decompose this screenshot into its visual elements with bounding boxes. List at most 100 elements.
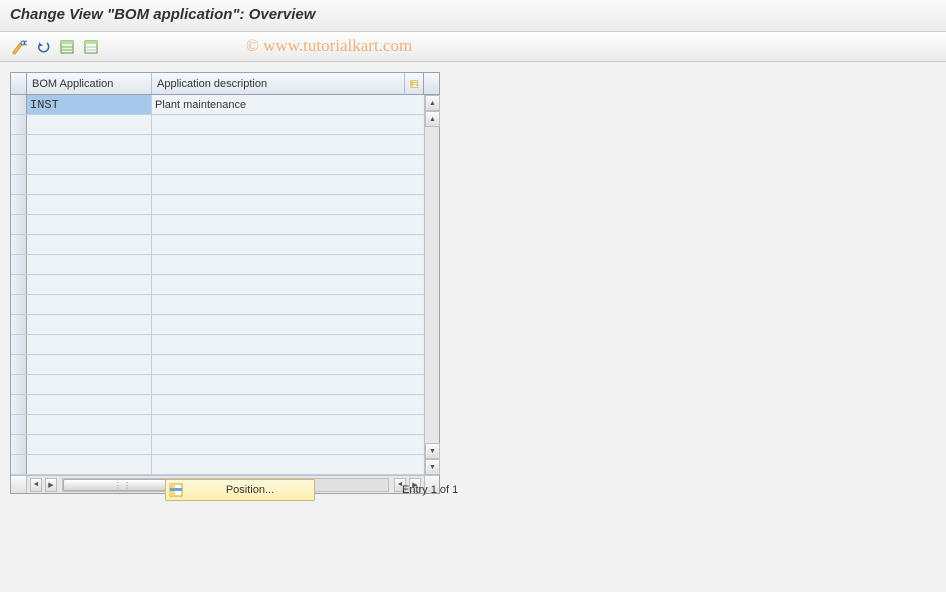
cell-application-description[interactable] bbox=[152, 175, 423, 194]
hsb-left-buttons: ◄ ▶ bbox=[27, 476, 60, 493]
position-icon bbox=[166, 483, 186, 497]
cell-bom-application[interactable] bbox=[27, 395, 152, 414]
table-row bbox=[11, 255, 439, 275]
cell-bom-application[interactable] bbox=[27, 375, 152, 394]
cell-bom-application[interactable] bbox=[27, 235, 152, 254]
row-selector[interactable] bbox=[11, 255, 27, 274]
cell-application-description[interactable] bbox=[152, 255, 423, 274]
deselect-all-button[interactable] bbox=[80, 36, 102, 58]
scroll-down-button-2[interactable]: ▼ bbox=[425, 443, 440, 459]
cell-bom-application[interactable] bbox=[27, 415, 152, 434]
cell-bom-application[interactable] bbox=[27, 215, 152, 234]
cell-application-description[interactable]: Plant maintenance bbox=[152, 95, 423, 114]
cell-application-description[interactable] bbox=[152, 295, 423, 314]
cell-bom-application[interactable] bbox=[27, 295, 152, 314]
bom-table: BOM Application Application description … bbox=[10, 72, 440, 494]
table-row bbox=[11, 275, 439, 295]
cell-application-description[interactable] bbox=[152, 455, 423, 474]
scroll-down-button[interactable]: ▼ bbox=[425, 459, 440, 475]
row-selector[interactable] bbox=[11, 215, 27, 234]
undo-icon bbox=[35, 39, 51, 55]
cell-bom-application[interactable] bbox=[27, 275, 152, 294]
cell-application-description[interactable] bbox=[152, 135, 423, 154]
cell-application-description[interactable] bbox=[152, 235, 423, 254]
row-selector[interactable] bbox=[11, 275, 27, 294]
undo-button[interactable] bbox=[32, 36, 54, 58]
row-selector[interactable] bbox=[11, 335, 27, 354]
row-selector[interactable] bbox=[11, 315, 27, 334]
cell-bom-application[interactable] bbox=[27, 435, 152, 454]
cell-bom-application[interactable] bbox=[27, 335, 152, 354]
scroll-up-button-2[interactable]: ▲ bbox=[425, 111, 440, 127]
row-selector[interactable] bbox=[11, 235, 27, 254]
cell-application-description[interactable] bbox=[152, 335, 423, 354]
cell-application-description[interactable] bbox=[152, 395, 423, 414]
table-row bbox=[11, 175, 439, 195]
cell-application-description[interactable] bbox=[152, 435, 423, 454]
cell-bom-application[interactable] bbox=[27, 315, 152, 334]
toolbar bbox=[0, 32, 946, 62]
select-all-button[interactable] bbox=[56, 36, 78, 58]
row-selector[interactable] bbox=[11, 95, 27, 114]
cell-bom-application[interactable] bbox=[27, 355, 152, 374]
row-selector[interactable] bbox=[11, 115, 27, 134]
cell-bom-application[interactable] bbox=[27, 155, 152, 174]
table-row bbox=[11, 395, 439, 415]
row-selector[interactable] bbox=[11, 415, 27, 434]
col-header-bom-application[interactable]: BOM Application bbox=[27, 73, 152, 94]
table-row bbox=[11, 235, 439, 255]
table-row bbox=[11, 115, 439, 135]
cell-bom-application[interactable] bbox=[27, 195, 152, 214]
col-header-application-description[interactable]: Application description bbox=[152, 73, 405, 94]
deselect-all-icon bbox=[83, 39, 99, 55]
row-selector[interactable] bbox=[11, 295, 27, 314]
cell-bom-application[interactable] bbox=[27, 455, 152, 474]
scroll-up-button[interactable]: ▲ bbox=[425, 95, 440, 111]
row-selector[interactable] bbox=[11, 375, 27, 394]
table-row bbox=[11, 155, 439, 175]
cell-application-description[interactable] bbox=[152, 375, 423, 394]
cell-application-description[interactable] bbox=[152, 415, 423, 434]
table-row bbox=[11, 455, 439, 475]
hsb-left-spacer bbox=[11, 476, 27, 493]
row-selector[interactable] bbox=[11, 155, 27, 174]
position-button[interactable]: Position... bbox=[165, 479, 315, 501]
cell-bom-application[interactable] bbox=[27, 175, 152, 194]
cell-application-description[interactable] bbox=[152, 155, 423, 174]
table-row bbox=[11, 215, 439, 235]
cell-application-description[interactable] bbox=[152, 215, 423, 234]
cell-application-description[interactable] bbox=[152, 355, 423, 374]
cell-bom-application[interactable] bbox=[27, 115, 152, 134]
cell-application-description[interactable] bbox=[152, 195, 423, 214]
row-selector[interactable] bbox=[11, 175, 27, 194]
row-selector[interactable] bbox=[11, 135, 27, 154]
row-selector[interactable] bbox=[11, 395, 27, 414]
table-settings-icon bbox=[410, 78, 418, 90]
table-row bbox=[11, 315, 439, 335]
vertical-scrollbar[interactable]: ▲ ▲ ▼ ▼ bbox=[424, 95, 439, 475]
row-selector[interactable] bbox=[11, 435, 27, 454]
cell-bom-application[interactable]: INST bbox=[27, 95, 152, 114]
row-selector-header[interactable] bbox=[11, 73, 27, 94]
scroll-left-button[interactable]: ▶ bbox=[45, 478, 57, 492]
position-button-label: Position... bbox=[186, 484, 314, 496]
row-selector[interactable] bbox=[11, 455, 27, 474]
vscroll-header-spacer bbox=[423, 73, 438, 94]
cell-application-description[interactable] bbox=[152, 275, 423, 294]
pencil-glasses-icon bbox=[11, 39, 27, 55]
table-header: BOM Application Application description bbox=[11, 73, 439, 95]
table-row bbox=[11, 435, 439, 455]
toggle-display-button[interactable] bbox=[8, 36, 30, 58]
row-selector[interactable] bbox=[11, 195, 27, 214]
table-row bbox=[11, 335, 439, 355]
cell-bom-application[interactable] bbox=[27, 135, 152, 154]
cell-application-description[interactable] bbox=[152, 115, 423, 134]
cell-application-description[interactable] bbox=[152, 315, 423, 334]
cell-bom-application[interactable] bbox=[27, 255, 152, 274]
table-row bbox=[11, 295, 439, 315]
row-selector[interactable] bbox=[11, 355, 27, 374]
table-row bbox=[11, 355, 439, 375]
table-config-button[interactable] bbox=[405, 73, 423, 94]
scroll-first-button[interactable]: ◄ bbox=[30, 478, 42, 492]
select-all-icon bbox=[59, 39, 75, 55]
